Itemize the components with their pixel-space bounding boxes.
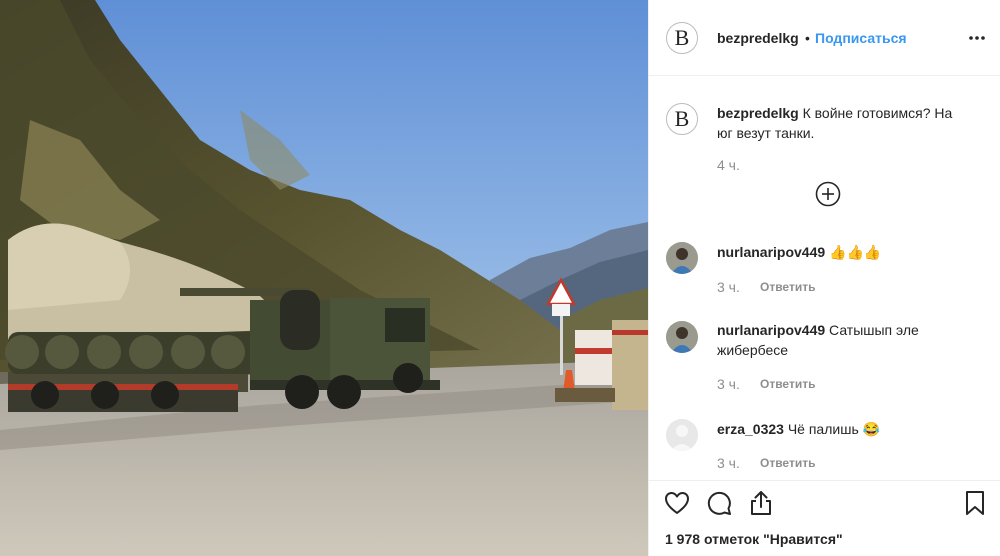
post-header: B bezpredelkg • Подписаться [649, 0, 1000, 76]
caption: bezpredelkg К войне готовимся? На юг вез… [717, 103, 987, 143]
comment-time[interactable]: 3 ч. [717, 279, 740, 295]
comment-username[interactable]: nurlanaripov449 [717, 322, 825, 338]
follow-button[interactable]: Подписаться [815, 30, 907, 46]
comment-avatar[interactable] [666, 321, 698, 353]
author-username[interactable]: bezpredelkg [717, 30, 799, 46]
post-actions: 1 978 отметок "Нравится" [649, 480, 1000, 556]
likes-count[interactable]: 1 978 отметок "Нравится" [665, 531, 843, 547]
reply-button[interactable]: Ответить [760, 456, 815, 470]
comment-text: Сатышып эле [829, 322, 919, 338]
default-avatar-icon [666, 419, 698, 451]
comment-text: 👍👍👍 [829, 244, 882, 260]
plus-circle-icon[interactable] [815, 181, 841, 207]
post-photo[interactable] [0, 0, 648, 556]
comment-text-line2: жибербесе [717, 342, 789, 358]
caption-text-line2: юг везут танки. [717, 125, 815, 141]
more-horizontal-icon[interactable] [965, 26, 989, 50]
comment-avatar[interactable] [666, 419, 698, 451]
caption-time[interactable]: 4 ч. [717, 157, 740, 173]
reply-button[interactable]: Ответить [760, 280, 815, 294]
comment-username[interactable]: erza_0323 [717, 421, 784, 437]
comment: nurlanaripov449 Сатышып эле жибербесе [717, 320, 987, 360]
post-side-panel: B bezpredelkg • Подписаться B bezpredelk… [648, 0, 1000, 556]
comment-time[interactable]: 3 ч. [717, 455, 740, 471]
likes-suffix: отметок "Нравится" [703, 531, 843, 547]
comment-username[interactable]: nurlanaripov449 [717, 244, 825, 260]
share-icon[interactable] [747, 489, 775, 517]
user-photo-icon [666, 321, 698, 353]
reply-button[interactable]: Ответить [760, 377, 815, 391]
heart-icon[interactable] [663, 489, 691, 517]
header-separator: • [805, 30, 810, 46]
comment-time[interactable]: 3 ч. [717, 376, 740, 392]
caption-text-line1: К войне готовимся? На [802, 105, 953, 121]
comment: erza_0323 Чё палишь 😂 [717, 419, 987, 439]
user-photo-icon [666, 242, 698, 274]
likes-number: 1 978 [665, 531, 701, 547]
comment-avatar[interactable] [666, 242, 698, 274]
caption-username[interactable]: bezpredelkg [717, 105, 799, 121]
comments-list[interactable]: B bezpredelkg К войне готовимся? На юг в… [649, 77, 1000, 480]
bookmark-icon[interactable] [961, 489, 989, 517]
post-image [0, 0, 648, 556]
caption-avatar[interactable]: B [666, 103, 698, 135]
author-avatar[interactable]: B [666, 22, 698, 54]
comment-icon[interactable] [705, 489, 733, 517]
comment-text: Чё палишь 😂 [787, 421, 881, 437]
comment: nurlanaripov449 👍👍👍 [717, 242, 987, 262]
